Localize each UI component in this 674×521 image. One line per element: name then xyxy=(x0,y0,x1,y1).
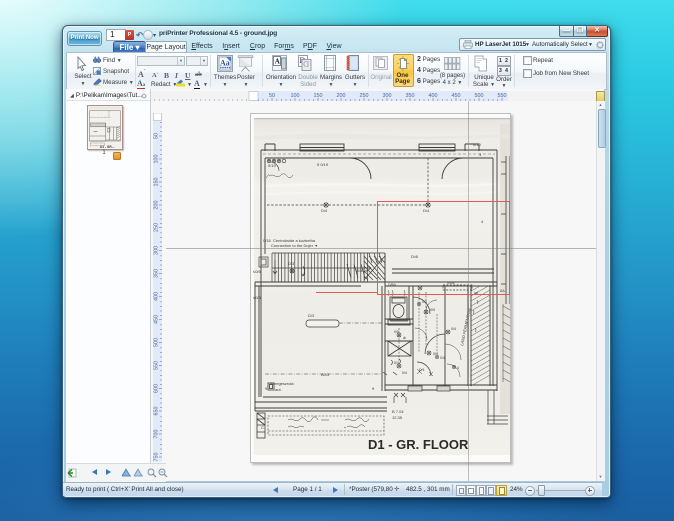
svg-text:450: 450 xyxy=(154,315,160,324)
svg-text:0/3: 0/3 xyxy=(422,300,427,304)
svg-text:D1 - GR...: D1 - GR... xyxy=(100,145,114,149)
svg-text:0/5: 0/5 xyxy=(430,308,435,312)
svg-text:100: 100 xyxy=(154,155,160,164)
svg-text:⊗: ⊗ xyxy=(403,336,406,340)
svg-text:0/4: 0/4 xyxy=(402,371,407,375)
svg-text:D/4: D/4 xyxy=(321,208,328,213)
svg-text:0/4: 0/4 xyxy=(394,361,399,365)
svg-text:0/4: 0/4 xyxy=(440,356,445,360)
svg-text:B 7.04: B 7.04 xyxy=(392,409,404,414)
svg-text:≤0/5: ≤0/5 xyxy=(253,295,262,300)
svg-text:750: 750 xyxy=(154,453,160,462)
svg-text:C: C xyxy=(261,425,264,430)
svg-text:700: 700 xyxy=(154,430,160,439)
svg-text:0/4: 0/4 xyxy=(451,327,456,331)
svg-text:300: 300 xyxy=(154,246,160,255)
svg-text:650: 650 xyxy=(154,407,160,416)
svg-text:12.35: 12.35 xyxy=(392,415,403,420)
svg-text:250: 250 xyxy=(154,223,160,232)
svg-text:0/19: 0/19 xyxy=(268,163,277,168)
svg-text:50: 50 xyxy=(154,133,160,139)
svg-text:D/3: D/3 xyxy=(308,313,315,318)
svg-text:ᗡ: ᗡ xyxy=(303,60,309,69)
svg-text:350: 350 xyxy=(154,269,160,278)
svg-text:D1 - GR. FLOOR: D1 - GR. FLOOR xyxy=(368,437,469,452)
svg-text:500: 500 xyxy=(154,338,160,347)
svg-text:5 0/19: 5 0/19 xyxy=(317,162,329,167)
svg-text:aut.: aut. xyxy=(275,387,282,392)
svg-text:A: A xyxy=(275,58,280,66)
svg-text:≤0/5: ≤0/5 xyxy=(253,269,262,274)
svg-text:0/5: 0/5 xyxy=(394,330,399,334)
svg-text:150: 150 xyxy=(154,178,160,187)
svg-text:Aa: Aa xyxy=(220,59,230,68)
svg-text:0/10: 0/10 xyxy=(473,142,482,147)
svg-text:400: 400 xyxy=(154,292,160,301)
svg-text:550: 550 xyxy=(154,361,160,370)
svg-text:600: 600 xyxy=(154,384,160,393)
svg-text:200: 200 xyxy=(154,201,160,210)
svg-text:A0/3: A0/3 xyxy=(321,372,330,377)
